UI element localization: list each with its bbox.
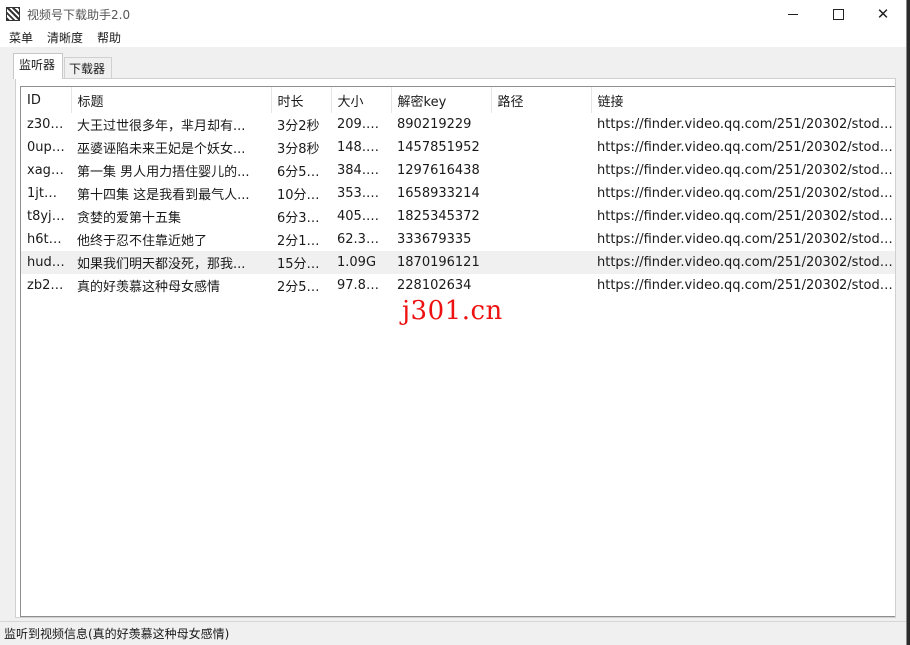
app-icon (6, 7, 20, 21)
close-icon: ✕ (876, 5, 890, 23)
column-header-path[interactable]: 路径 (491, 87, 592, 113)
cell-duration: 2分59... (277, 280, 328, 295)
cell-path (491, 113, 591, 136)
table-row-selected[interactable]: hudf... 如果我们明天都没死，那我... 15分1... 1.09G 18… (21, 251, 895, 274)
cell-key: 333679335 (397, 232, 472, 247)
cell-size: 209.5... (337, 117, 387, 132)
cell-duration: 3分2秒 (277, 119, 320, 134)
status-bar: 监听到视频信息(真的好羡慕这种母女感情) (0, 621, 906, 643)
table-row[interactable]: 0upl... 巫婆诬陷未来王妃是个妖女... 3分8秒 148.7... 14… (21, 136, 895, 159)
maximize-button[interactable] (815, 0, 861, 28)
cell-size: 148.7... (337, 140, 387, 155)
cell-path (491, 182, 591, 205)
cell-title: 巫婆诬陷未来王妃是个妖女... (77, 142, 246, 157)
watermark-text: j301.cn (402, 296, 503, 326)
cell-size: 405.1... (337, 209, 387, 224)
cell-title: 第十四集 这是我看到最气人... (77, 188, 250, 203)
cell-size: 384.6... (337, 163, 387, 178)
listener-panel: ID 标题 时长 大小 解密key 路径 链接 z30k... 大王过世很多年，… (15, 78, 896, 618)
cell-id: h6ti5... (27, 232, 71, 247)
close-button[interactable]: ✕ (860, 0, 906, 28)
cell-title: 第一集 男人用力捂住婴儿的... (77, 165, 250, 180)
cell-size: 62.32M (337, 232, 386, 247)
cell-key: 1658933214 (397, 186, 480, 201)
cell-link: https://finder.video.qq.com/251/20302/st… (591, 251, 895, 274)
cell-id: hudf... (21, 251, 71, 274)
cell-path (491, 205, 591, 228)
minimize-button[interactable] (770, 0, 816, 28)
column-header-id[interactable]: ID (21, 87, 72, 113)
table-header: ID 标题 时长 大小 解密key 路径 链接 (21, 87, 895, 113)
cell-key: 1457851952 (397, 140, 480, 155)
cell-size: 1.09G (331, 251, 391, 274)
table-row[interactable]: h6ti5... 他终于忍不住靠近她了 2分16... 62.32M 33367… (21, 228, 895, 251)
cell-link: https://finder.video.qq.com/251/20302/st… (597, 140, 895, 155)
menu-item-menu[interactable]: 菜单 (9, 29, 33, 46)
cell-path (491, 251, 591, 274)
cell-id: 0upl... (27, 140, 68, 155)
menu-item-help[interactable]: 帮助 (97, 29, 121, 46)
cell-title: 他终于忍不住靠近她了 (77, 234, 208, 249)
cell-link: https://finder.video.qq.com/251/20302/st… (597, 163, 895, 178)
app-window: 视频号下载助手2.0 ✕ 菜单 清晰度 帮助 监听器 下载器 ID 标题 时长 … (0, 0, 907, 645)
status-text: 监听到视频信息(真的好羡慕这种母女感情) (4, 627, 230, 641)
cell-duration: 6分38... (277, 211, 328, 226)
title-bar[interactable]: 视频号下载助手2.0 ✕ (0, 0, 906, 28)
table-row[interactable]: 1jt67... 第十四集 这是我看到最气人... 10分4... 353.9.… (21, 182, 895, 205)
cell-duration: 2分16... (277, 234, 328, 249)
window-title: 视频号下载助手2.0 (27, 8, 131, 22)
maximize-icon (832, 8, 844, 20)
cell-link: https://finder.video.qq.com/251/20302/st… (597, 209, 895, 224)
cell-link: https://finder.video.qq.com/251/20302/st… (597, 186, 895, 201)
cell-size: 353.9... (337, 186, 387, 201)
cell-key: 1297616438 (397, 163, 480, 178)
video-list[interactable]: ID 标题 时长 大小 解密key 路径 链接 z30k... 大王过世很多年，… (20, 86, 895, 617)
cell-path (491, 136, 591, 159)
cell-key: 1825345372 (397, 209, 480, 224)
cell-title: 真的好羡慕这种母女感情 (77, 280, 221, 295)
video-table: ID 标题 时长 大小 解密key 路径 链接 z30k... 大王过世很多年，… (21, 87, 895, 297)
table-row[interactable]: zb2q... 真的好羡慕这种母女感情 2分59... 97.84M 22810… (21, 274, 895, 297)
cell-id: zb2q... (27, 278, 71, 293)
table-row[interactable]: z30k... 大王过世很多年，芈月却有... 3分2秒 209.5... 89… (21, 113, 895, 136)
cell-id: z30k... (27, 117, 71, 132)
tab-downloader[interactable]: 下载器 (64, 57, 112, 79)
cell-link: https://finder.video.qq.com/251/20302/st… (597, 117, 895, 132)
cell-path (491, 159, 591, 182)
cell-duration: 6分53... (277, 165, 328, 180)
menu-bar: 菜单 清晰度 帮助 (0, 28, 906, 47)
column-header-key[interactable]: 解密key (391, 87, 492, 113)
cell-path (491, 274, 591, 297)
cell-path (491, 228, 591, 251)
column-header-title[interactable]: 标题 (71, 87, 272, 113)
tab-listener[interactable]: 监听器 (13, 53, 63, 79)
column-header-duration[interactable]: 时长 (271, 87, 332, 113)
table-row[interactable]: t8yj3... 贪婪的爱第十五集 6分38... 405.1... 18253… (21, 205, 895, 228)
cell-key: 1870196121 (391, 251, 491, 274)
cell-duration: 15分1... (271, 251, 331, 274)
cell-duration: 3分8秒 (277, 142, 320, 157)
cell-key: 890219229 (397, 117, 472, 132)
cell-id: 1jt67... (27, 186, 71, 201)
table-row[interactable]: xag6... 第一集 男人用力捂住婴儿的... 6分53... 384.6..… (21, 159, 895, 182)
cell-duration: 10分4... (277, 188, 328, 203)
menu-item-resolution[interactable]: 清晰度 (47, 29, 83, 46)
column-header-link[interactable]: 链接 (591, 87, 895, 113)
cell-id: t8yj3... (27, 209, 71, 224)
column-header-size[interactable]: 大小 (331, 87, 392, 113)
cell-title: 大王过世很多年，芈月却有... (77, 119, 246, 134)
cell-link: https://finder.video.qq.com/251/20302/st… (597, 278, 895, 293)
cell-title: 贪婪的爱第十五集 (77, 211, 182, 226)
minimize-icon (788, 13, 798, 15)
cell-id: xag6... (27, 163, 71, 178)
cell-key: 228102634 (397, 278, 472, 293)
cell-title: 如果我们明天都没死，那我... (71, 251, 271, 274)
cell-link: https://finder.video.qq.com/251/20302/st… (597, 232, 895, 247)
cell-size: 97.84M (337, 278, 386, 293)
